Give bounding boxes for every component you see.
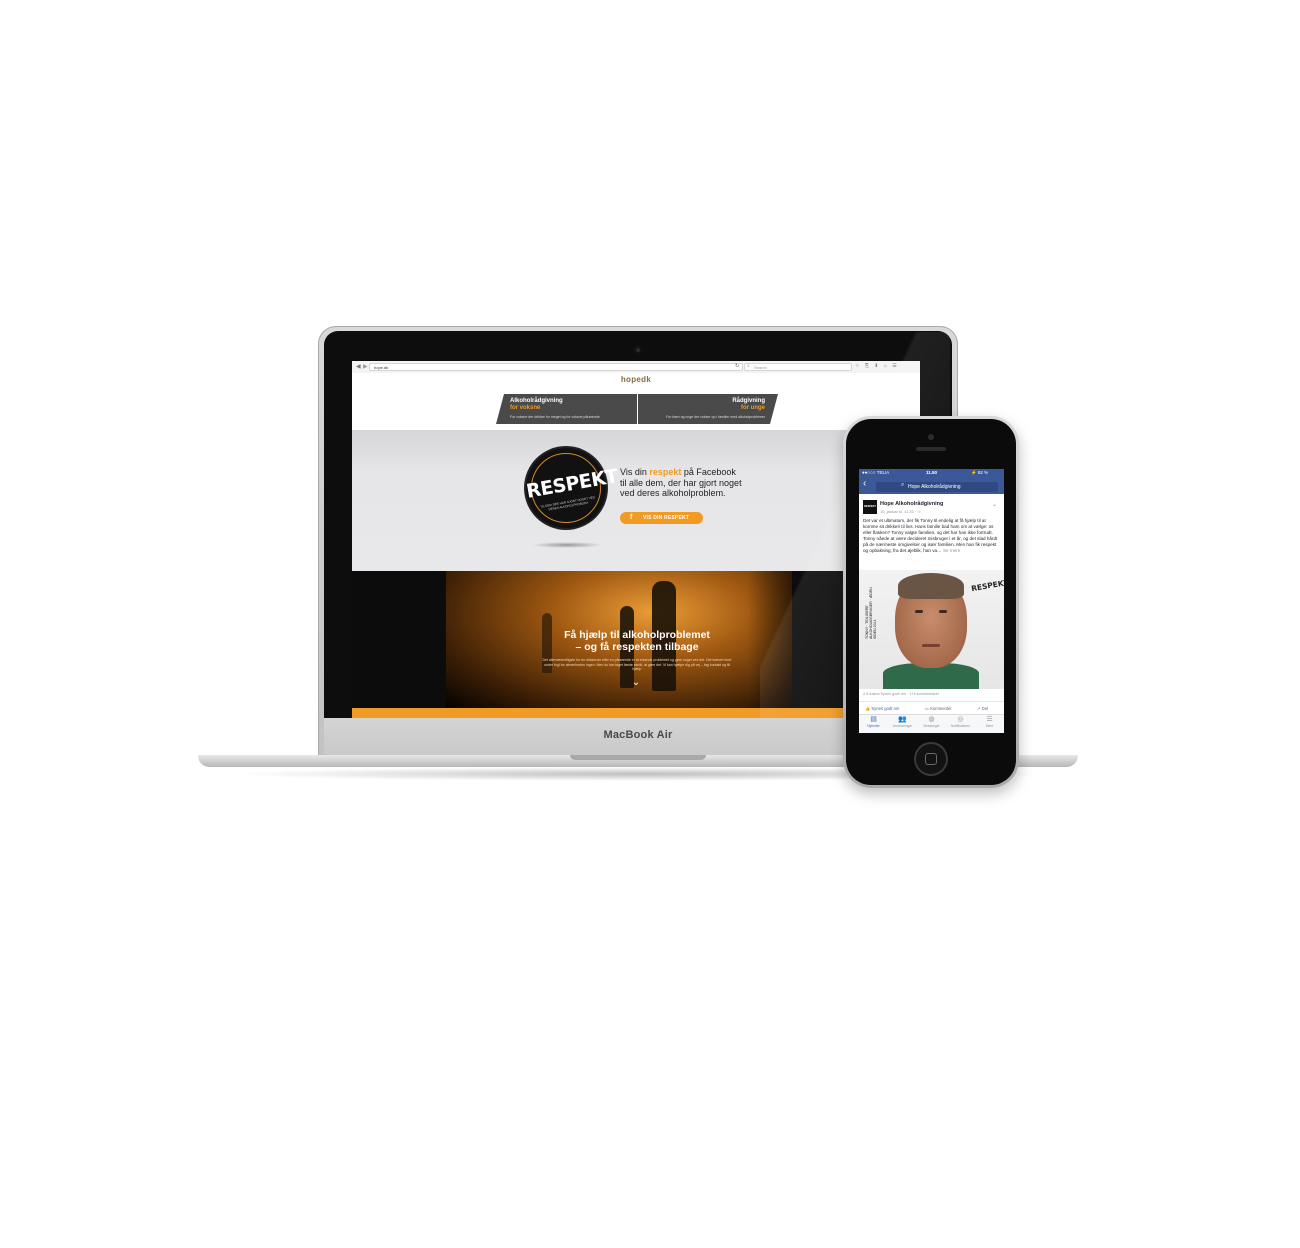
tab-label: Notifikationer	[950, 724, 971, 728]
section-title: Få hjælp til alkoholproblemet – og få re…	[502, 629, 772, 653]
news-feed-icon: ▤	[870, 716, 877, 723]
tab-messenger[interactable]: ◍ Messenger	[917, 716, 946, 728]
post-stats[interactable]: 2,5 tusind Synes godt om · 174 kommentar…	[863, 692, 939, 696]
comment-button[interactable]: ▭ Kommentér	[925, 706, 952, 711]
search-icon: ⌕	[901, 482, 905, 488]
tab-label: Nyheder	[867, 724, 880, 728]
share-label: Del	[981, 706, 988, 711]
photo-eye	[939, 610, 947, 613]
webcam-icon	[634, 346, 642, 354]
search-text: Hope Alkoholrådgivning	[908, 484, 961, 490]
tab-description: For voksne der drikker for meget og for …	[510, 415, 600, 419]
avatar-text: RESPEKT	[864, 505, 876, 508]
home-button-icon	[925, 753, 937, 765]
orange-strip	[352, 708, 920, 718]
facebook-icon: f	[630, 514, 633, 521]
section-title-line2: – og få respekten tilbage	[575, 641, 699, 653]
share-button[interactable]: ↗ Del	[977, 706, 988, 711]
tab-raadgivning-unge[interactable]: Rådgivning for unge For børn og unge der…	[638, 394, 778, 424]
toolbar-icons[interactable]: ☆ ⎘ ⬇ ⌂ ☰	[855, 363, 899, 369]
badge-shadow	[532, 542, 602, 548]
hero-copy: Vis din respekt på Facebook til alle dem…	[620, 467, 770, 499]
cta-label: VIS DIN RESPEKT	[643, 515, 690, 521]
tab-description: For børn og unge der vokser op i familie…	[666, 415, 765, 419]
like-label: Synes godt om	[871, 706, 900, 711]
phone-screen: ●●○○○ TELIA 11.50 ⚡ 82 % ‹ ⌕ Hope Alkoho…	[859, 469, 1004, 733]
photo-mouth	[922, 644, 940, 647]
chevron-down-icon[interactable]: ⌄	[628, 677, 644, 688]
globe-icon: ◎	[957, 716, 964, 723]
back-chevron-icon[interactable]: ‹	[863, 478, 866, 489]
tab-label: Messenger	[923, 724, 940, 728]
tab-title: Alkoholrådgivning	[510, 398, 563, 404]
battery-label: ⚡ 82 %	[971, 470, 989, 475]
hero-line2: til alle dem, der har gjort noget	[620, 477, 742, 488]
reload-icon[interactable]: ↻	[735, 363, 739, 369]
section-title-line1: Få hjælp til alkoholproblemet	[564, 629, 710, 641]
photo-eye	[915, 610, 923, 613]
tab-title: Rådgivning	[732, 398, 765, 404]
tab-alkoholraadgivning[interactable]: Alkoholrådgivning for voksne For voksne …	[496, 394, 637, 424]
tab-requests[interactable]: 👥 Anmodninger	[888, 716, 917, 728]
menu-icon: ☰	[986, 716, 993, 723]
site-logo[interactable]: hopedk	[352, 375, 920, 384]
phone-camera-icon	[928, 434, 934, 440]
tab-subtitle: for voksne	[510, 405, 541, 411]
browser-search-input[interactable]: Search	[744, 363, 852, 371]
tab-subtitle: for unge	[741, 405, 765, 411]
back-icon[interactable]: ◀	[356, 363, 361, 370]
like-button[interactable]: 👍 Synes godt om	[865, 706, 899, 712]
laptop-screen: ◀ ▶ hope.dk ↻ Search ⌕ ☆ ⎘ ⬇ ⌂ ☰ hopedk …	[352, 361, 920, 718]
see-more-link[interactable]: Se mere	[943, 548, 960, 553]
tab-label: Anmodninger	[892, 724, 913, 728]
more-options-icon[interactable]: ⌄	[992, 501, 997, 508]
tab-news-feed[interactable]: ▤ Nyheder	[859, 716, 888, 728]
friends-icon: 👥	[898, 716, 907, 723]
forward-icon[interactable]: ▶	[363, 363, 368, 370]
post-body: Det var et ultimatum, der fik Tonny til …	[863, 518, 998, 554]
post-author[interactable]: Hope Alkoholrådgivning	[880, 501, 943, 507]
tab-label: Mere	[985, 724, 994, 728]
tab-more[interactable]: ☰ Mere	[975, 716, 1004, 728]
hero-section	[352, 430, 920, 571]
photo-caption: TONNY · TIDLIGERE ALKOHOLMISBRUGER · ÆDR…	[865, 587, 877, 639]
hero-line3: ved deres alkoholproblem.	[620, 488, 726, 498]
address-bar[interactable]: hope.dk	[369, 363, 743, 371]
hero-highlight: respekt	[649, 467, 682, 477]
post-date[interactable]: 10. januar kl. 11.33 · ☉	[880, 509, 921, 514]
photo-hair	[898, 573, 964, 599]
laptop-notch	[570, 755, 706, 760]
post-text: Det var et ultimatum, der fik Tonny til …	[863, 518, 1001, 555]
hero-line-prefix: Vis din	[620, 467, 650, 477]
search-icon: ⌕	[747, 363, 750, 369]
hero-line-suffix: på Facebook	[681, 467, 736, 477]
section-body: Det allervæsentligste for en drikkende e…	[542, 658, 732, 672]
messenger-icon: ◍	[928, 716, 935, 723]
comment-label: Kommentér	[930, 706, 952, 711]
tab-notifications[interactable]: ◎ Notifikationer	[946, 716, 975, 728]
phone-speaker	[916, 447, 946, 451]
